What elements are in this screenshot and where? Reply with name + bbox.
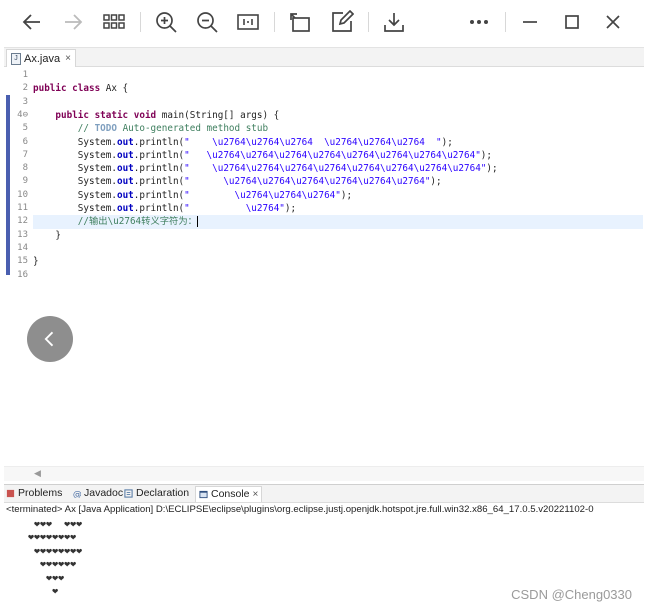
fit-icon[interactable] [236, 10, 260, 34]
code-line: System.out.println(" \u2764\u2764\u2764\… [77, 176, 442, 188]
tab-console[interactable]: Console × [195, 486, 263, 502]
rotate-icon[interactable] [288, 10, 312, 34]
output-line: ❤❤❤❤❤❤❤❤ [28, 532, 77, 544]
code-line: System.out.println(" \u2764\u2764\u2764\… [77, 149, 492, 161]
code-line: System.out.println(" \u2764\u2764\u2764 … [77, 136, 453, 148]
output-line: ❤❤❤❤❤❤❤❤ [28, 545, 83, 557]
console-tab-close-icon[interactable]: × [253, 487, 259, 502]
line-number: 14 [17, 242, 28, 253]
viewer-toolbar [0, 0, 646, 44]
back-button[interactable] [27, 316, 73, 362]
line-number: 16 [17, 269, 28, 280]
output-line: ❤❤❤❤❤❤ [28, 559, 77, 571]
line-number: 15 [17, 256, 28, 267]
line-number: 11 [17, 203, 28, 213]
terminated-status: <terminated> Ax [Java Application] D:\EC… [6, 504, 594, 515]
console-icon [199, 490, 208, 499]
text-caret [196, 216, 198, 228]
tab-ax-java[interactable]: J Ax.java × [6, 49, 76, 67]
download-icon[interactable] [382, 10, 406, 34]
code-comment: // TODO Auto-generated method stub [77, 123, 269, 135]
code-line: } [55, 229, 61, 241]
line-number: 12 [17, 216, 28, 227]
code-line: public static void main(String[] args) { [55, 109, 280, 121]
declaration-icon [124, 489, 133, 498]
arrow-left-icon[interactable] [20, 10, 44, 34]
tab-close-icon[interactable]: × [65, 51, 71, 67]
grid-icon[interactable] [102, 10, 126, 34]
edit-icon[interactable] [330, 10, 354, 34]
line-number: 5 [22, 123, 28, 134]
maximize-icon[interactable] [560, 10, 584, 34]
tab-problems[interactable]: Problems [6, 486, 62, 501]
minimize-icon[interactable] [518, 10, 542, 34]
line-number: 6 [22, 136, 28, 147]
tab-javadoc[interactable]: @ Javadoc [72, 486, 123, 501]
tab-declaration[interactable]: Declaration [124, 486, 189, 501]
horizontal-scrollbar[interactable]: ◀ [4, 466, 644, 481]
console-tabbar: Problems @ Javadoc Declaration Console × [4, 485, 644, 503]
code-line: } [33, 256, 39, 268]
arrow-right-icon[interactable] [61, 10, 85, 34]
line-number: 8 [22, 163, 28, 174]
output-line: ❤ [28, 586, 59, 597]
line-number: 10 [17, 189, 28, 200]
zoom-out-icon[interactable] [195, 10, 219, 34]
problems-icon [6, 489, 15, 498]
code-line: public class Ax { [33, 83, 129, 95]
line-number: 13 [17, 229, 28, 240]
scroll-left-icon[interactable]: ◀ [34, 468, 41, 479]
editor-tabbar: J Ax.java × [4, 48, 644, 67]
code-line: System.out.println(" \u2764\u2764\u2764"… [77, 189, 353, 201]
line-number: 1 [22, 70, 28, 80]
java-file-icon: J [11, 52, 21, 65]
more-icon[interactable] [467, 10, 491, 34]
output-line: ❤❤❤ ❤❤❤ [28, 519, 83, 530]
javadoc-icon: @ [73, 490, 81, 498]
code-comment: //输出\u2764转义字符为： [77, 216, 198, 228]
change-ruler [6, 95, 10, 275]
watermark: CSDN @Cheng0330 [511, 587, 632, 602]
close-icon[interactable] [601, 10, 625, 34]
svg-text:@: @ [73, 490, 81, 498]
code-line: System.out.println(" \u2764\u2764\u2764\… [77, 163, 498, 175]
line-number: 9 [22, 176, 28, 187]
line-number: 2 [22, 83, 28, 94]
fold-toggle[interactable]: 4⊖ [10, 109, 28, 122]
line-number: 3 [22, 96, 28, 107]
code-area[interactable]: public class Ax { public static void mai… [33, 67, 643, 462]
line-number: 7 [22, 149, 28, 160]
tab-label: Ax.java [24, 52, 61, 65]
zoom-in-icon[interactable] [154, 10, 178, 34]
code-editor[interactable]: J Ax.java × 1 2 3 4⊖ 5 6 7 8 9 10 11 12 … [4, 47, 644, 483]
output-line: ❤❤❤ [28, 572, 65, 584]
code-line: System.out.println(" \u2764"); [77, 203, 297, 214]
chevron-left-icon [44, 331, 54, 347]
